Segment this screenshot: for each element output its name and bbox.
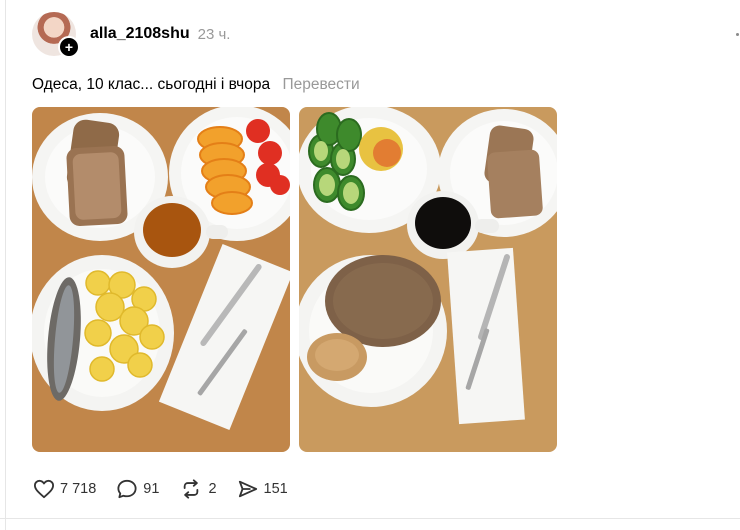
like-button[interactable]: 7 718 <box>33 479 96 499</box>
caption-text: Одеса, 10 клас... сьогодні і вчора <box>32 76 271 93</box>
heart-icon <box>34 479 54 499</box>
translate-link[interactable]: Перевести <box>282 76 359 93</box>
comment-button[interactable]: 91 <box>116 479 159 499</box>
username[interactable]: alla_2108shu <box>90 25 190 43</box>
more-options-icon[interactable] <box>736 33 739 36</box>
like-count: 7 718 <box>60 481 97 497</box>
post-timestamp: 23 ч. <box>197 25 231 43</box>
speech-bubble-icon <box>117 479 137 499</box>
repost-arrows-icon <box>184 479 199 499</box>
post-header: + alla_2108shu 23 ч. <box>32 12 231 58</box>
repost-button[interactable]: 2 <box>179 479 217 499</box>
share-button[interactable]: 151 <box>237 479 288 499</box>
photo-2-image <box>299 107 557 452</box>
repost-count: 2 <box>208 481 217 497</box>
comment-count: 91 <box>143 481 160 497</box>
post-photo-1[interactable] <box>32 107 290 452</box>
plus-icon[interactable]: + <box>58 36 80 58</box>
left-divider <box>5 0 6 530</box>
share-count: 151 <box>263 481 288 497</box>
post-actions: 7 718 91 2 151 <box>33 479 308 499</box>
post-bottom-divider <box>0 518 740 519</box>
photo-1-image <box>32 107 290 452</box>
paper-plane-icon <box>238 480 257 498</box>
avatar-wrapper[interactable]: + <box>32 12 80 58</box>
post-photo-2[interactable] <box>299 107 557 452</box>
post-caption: Одеса, 10 клас... сьогодні і вчора Перев… <box>32 76 360 94</box>
